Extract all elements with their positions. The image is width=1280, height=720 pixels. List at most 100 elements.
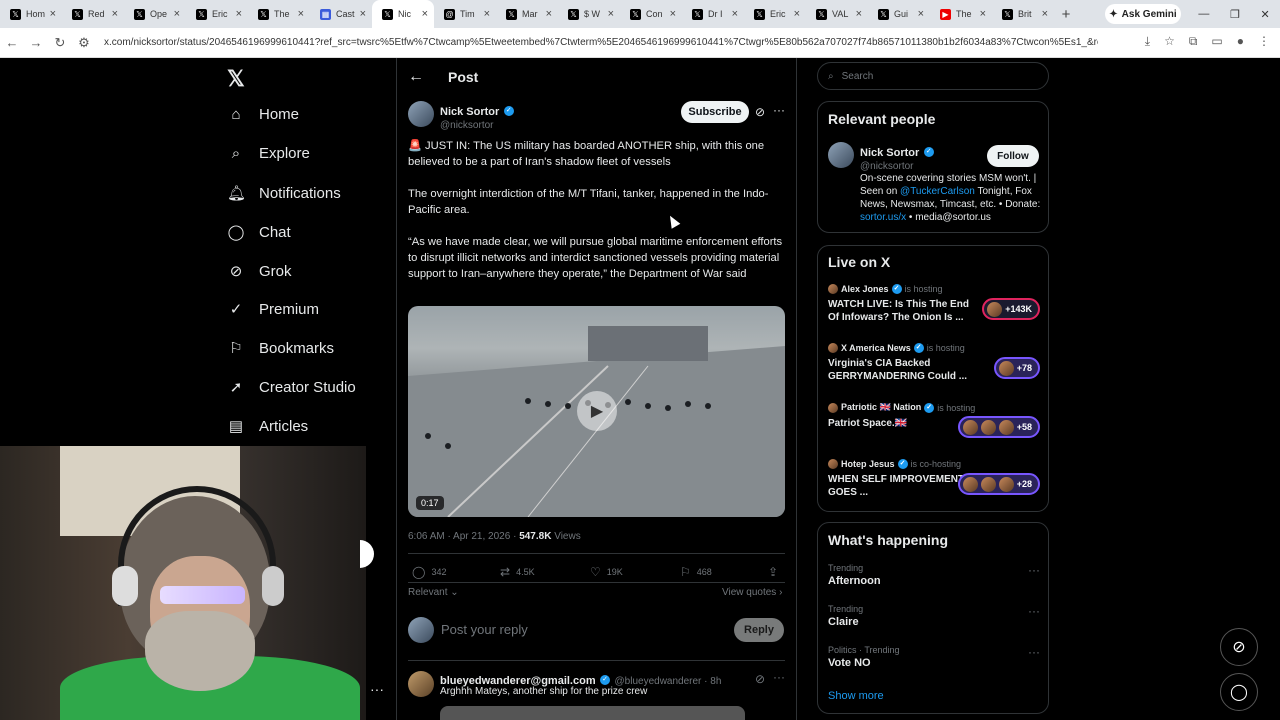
nav-item-grok[interactable]: ⊘ Grok: [227, 262, 292, 281]
browser-tab[interactable]: 𝕏 The ×: [248, 0, 310, 28]
reply-count-button[interactable]: ◯ 342: [412, 565, 446, 579]
person-avatar[interactable]: [828, 142, 854, 168]
ask-gemini-button[interactable]: ✦ Ask Gemini: [1105, 4, 1181, 24]
menu-icon[interactable]: ⋮: [1258, 34, 1270, 49]
grok-icon[interactable]: ⊘: [755, 105, 765, 119]
browser-tab[interactable]: 𝕏 Dr I ×: [682, 0, 744, 28]
live-item[interactable]: Hotep Jesus ✓ is co-hosting WHEN SELF IMPRO…: [828, 459, 1040, 499]
reload-icon[interactable]: ↻: [48, 35, 72, 51]
repost-button[interactable]: ⇄ 4.5K: [500, 565, 535, 579]
grok-fab-icon[interactable]: ⊘: [1220, 628, 1258, 666]
new-tab-icon[interactable]: +: [1054, 6, 1078, 23]
more-icon[interactable]: ···: [773, 103, 785, 117]
back-icon[interactable]: ←: [0, 35, 24, 50]
author-handle[interactable]: @nicksortor: [440, 120, 514, 131]
nav-item-notifications[interactable]: 🔔︎ Notifications: [227, 184, 341, 203]
browser-tab[interactable]: 𝕏 Ope ×: [124, 0, 186, 28]
tab-close-icon[interactable]: ×: [236, 8, 242, 20]
browser-tab[interactable]: ▦ Cast ×: [310, 0, 372, 28]
reply-author-avatar[interactable]: [408, 671, 434, 697]
trend-item[interactable]: Trending Claire ···: [828, 604, 1040, 628]
show-more-link[interactable]: Show more: [828, 690, 884, 702]
forward-icon[interactable]: →: [24, 35, 48, 50]
x-logo[interactable]: 𝕏: [227, 66, 245, 92]
nav-item-articles[interactable]: ▤ Articles: [227, 417, 308, 436]
reply-input[interactable]: Post your reply: [441, 622, 528, 637]
tab-close-icon[interactable]: ×: [608, 8, 614, 20]
person-name[interactable]: Nick Sortor: [860, 147, 919, 159]
nav-item-bookmarks[interactable]: ⚐ Bookmarks: [227, 339, 334, 358]
grok-icon[interactable]: ⊘: [755, 672, 765, 686]
browser-tab[interactable]: 𝕏 Eric ×: [744, 0, 806, 28]
tab-close-icon[interactable]: ×: [980, 8, 986, 20]
more-icon[interactable]: ···: [1028, 645, 1040, 659]
reply-button[interactable]: Reply: [734, 618, 784, 642]
live-item[interactable]: Alex Jones ✓ is hosting WATCH LIVE: Is This…: [828, 284, 1040, 324]
restore-icon[interactable]: ❐: [1230, 8, 1240, 21]
play-icon[interactable]: ▶: [577, 391, 617, 431]
bio-mention-link[interactable]: @TuckerCarlson: [900, 186, 975, 197]
profile-icon[interactable]: ●: [1237, 34, 1244, 49]
site-info-icon[interactable]: ⚙: [72, 35, 96, 51]
sidepanel-icon[interactable]: ▭: [1211, 34, 1222, 49]
browser-tab[interactable]: 𝕏 $ W ×: [558, 0, 620, 28]
post-timestamp[interactable]: 6:06 AM · Apr 21, 2026 ·: [408, 531, 519, 542]
tab-close-icon[interactable]: ×: [50, 8, 56, 20]
browser-tab[interactable]: 𝕏 Gui ×: [868, 0, 930, 28]
more-options-icon[interactable]: ···: [370, 681, 384, 697]
follow-button[interactable]: Follow: [987, 145, 1039, 167]
search-input[interactable]: ⌕ Search: [817, 62, 1049, 90]
browser-tab[interactable]: 𝕏 VAL ×: [806, 0, 868, 28]
close-icon[interactable]: ✕: [1260, 8, 1269, 21]
browser-tab[interactable]: 𝕏 Brit ×: [992, 0, 1054, 28]
nav-item-home[interactable]: ⌂ Home: [227, 106, 299, 123]
sort-replies-dropdown[interactable]: Relevant ⌄: [408, 587, 459, 598]
browser-tab[interactable]: 𝕏 Con ×: [620, 0, 682, 28]
tab-close-icon[interactable]: ×: [670, 8, 676, 20]
bookmark-star-icon[interactable]: ☆: [1164, 34, 1175, 49]
tab-close-icon[interactable]: ×: [112, 8, 118, 20]
minimize-icon[interactable]: —: [1198, 8, 1209, 20]
tab-close-icon[interactable]: ×: [794, 8, 800, 20]
share-button[interactable]: ⇪: [768, 565, 778, 579]
bio-donate-link[interactable]: sortor.us/x: [860, 212, 906, 223]
tab-close-icon[interactable]: ×: [918, 8, 924, 20]
tab-close-icon[interactable]: ×: [856, 8, 862, 20]
nav-item-premium[interactable]: ✓ Premium: [227, 300, 319, 319]
trend-item[interactable]: Politics · Trending Vote NO ···: [828, 645, 1040, 669]
install-icon[interactable]: ⤓: [1145, 34, 1150, 49]
more-icon[interactable]: ···: [773, 670, 785, 684]
subscribe-button[interactable]: Subscribe: [681, 101, 749, 123]
extensions-icon[interactable]: ⧉: [1189, 34, 1198, 49]
browser-tab[interactable]: 𝕏 Mar ×: [496, 0, 558, 28]
tab-close-icon[interactable]: ×: [360, 8, 366, 20]
tab-close-icon[interactable]: ×: [484, 8, 490, 20]
browser-tab[interactable]: @ Tim ×: [434, 0, 496, 28]
bookmark-button[interactable]: ⚐ 468: [680, 565, 712, 579]
like-button[interactable]: ♡ 19K: [590, 565, 623, 579]
browser-tab[interactable]: ▶ The ×: [930, 0, 992, 28]
author-name[interactable]: Nick Sortor: [440, 106, 499, 118]
url-field[interactable]: x.com/nicksortor/status/2046546196999610…: [104, 37, 1098, 48]
browser-tab[interactable]: 𝕏 Hom ×: [0, 0, 62, 28]
person-handle[interactable]: @nicksortor: [860, 161, 934, 172]
tab-close-icon[interactable]: ×: [422, 8, 428, 20]
more-icon[interactable]: ···: [1028, 604, 1040, 618]
tab-close-icon[interactable]: ×: [174, 8, 180, 20]
nav-item-explore[interactable]: ⌕ Explore: [227, 145, 310, 162]
chat-fab-icon[interactable]: ◯: [1220, 673, 1258, 711]
live-item[interactable]: Patriotic 🇬🇧 Nation ✓ is hosting Patriot Sp…: [828, 402, 1040, 438]
browser-tab[interactable]: 𝕏 Nic ×: [372, 0, 434, 28]
tab-close-icon[interactable]: ×: [298, 8, 304, 20]
trend-item[interactable]: Trending Afternoon ···: [828, 563, 1040, 587]
browser-tab[interactable]: 𝕏 Eric ×: [186, 0, 248, 28]
more-icon[interactable]: ···: [1028, 563, 1040, 577]
tab-close-icon[interactable]: ×: [1042, 8, 1048, 20]
tab-close-icon[interactable]: ×: [732, 8, 738, 20]
reply-media[interactable]: [440, 706, 745, 720]
nav-item-creator-studio[interactable]: ➚ Creator Studio: [227, 378, 356, 397]
nav-item-chat[interactable]: ◯ Chat: [227, 223, 291, 242]
view-quotes-link[interactable]: View quotes ›: [722, 587, 782, 598]
live-item[interactable]: X America News ✓ is hosting Virginia's CIA …: [828, 343, 1040, 383]
tab-close-icon[interactable]: ×: [546, 8, 552, 20]
